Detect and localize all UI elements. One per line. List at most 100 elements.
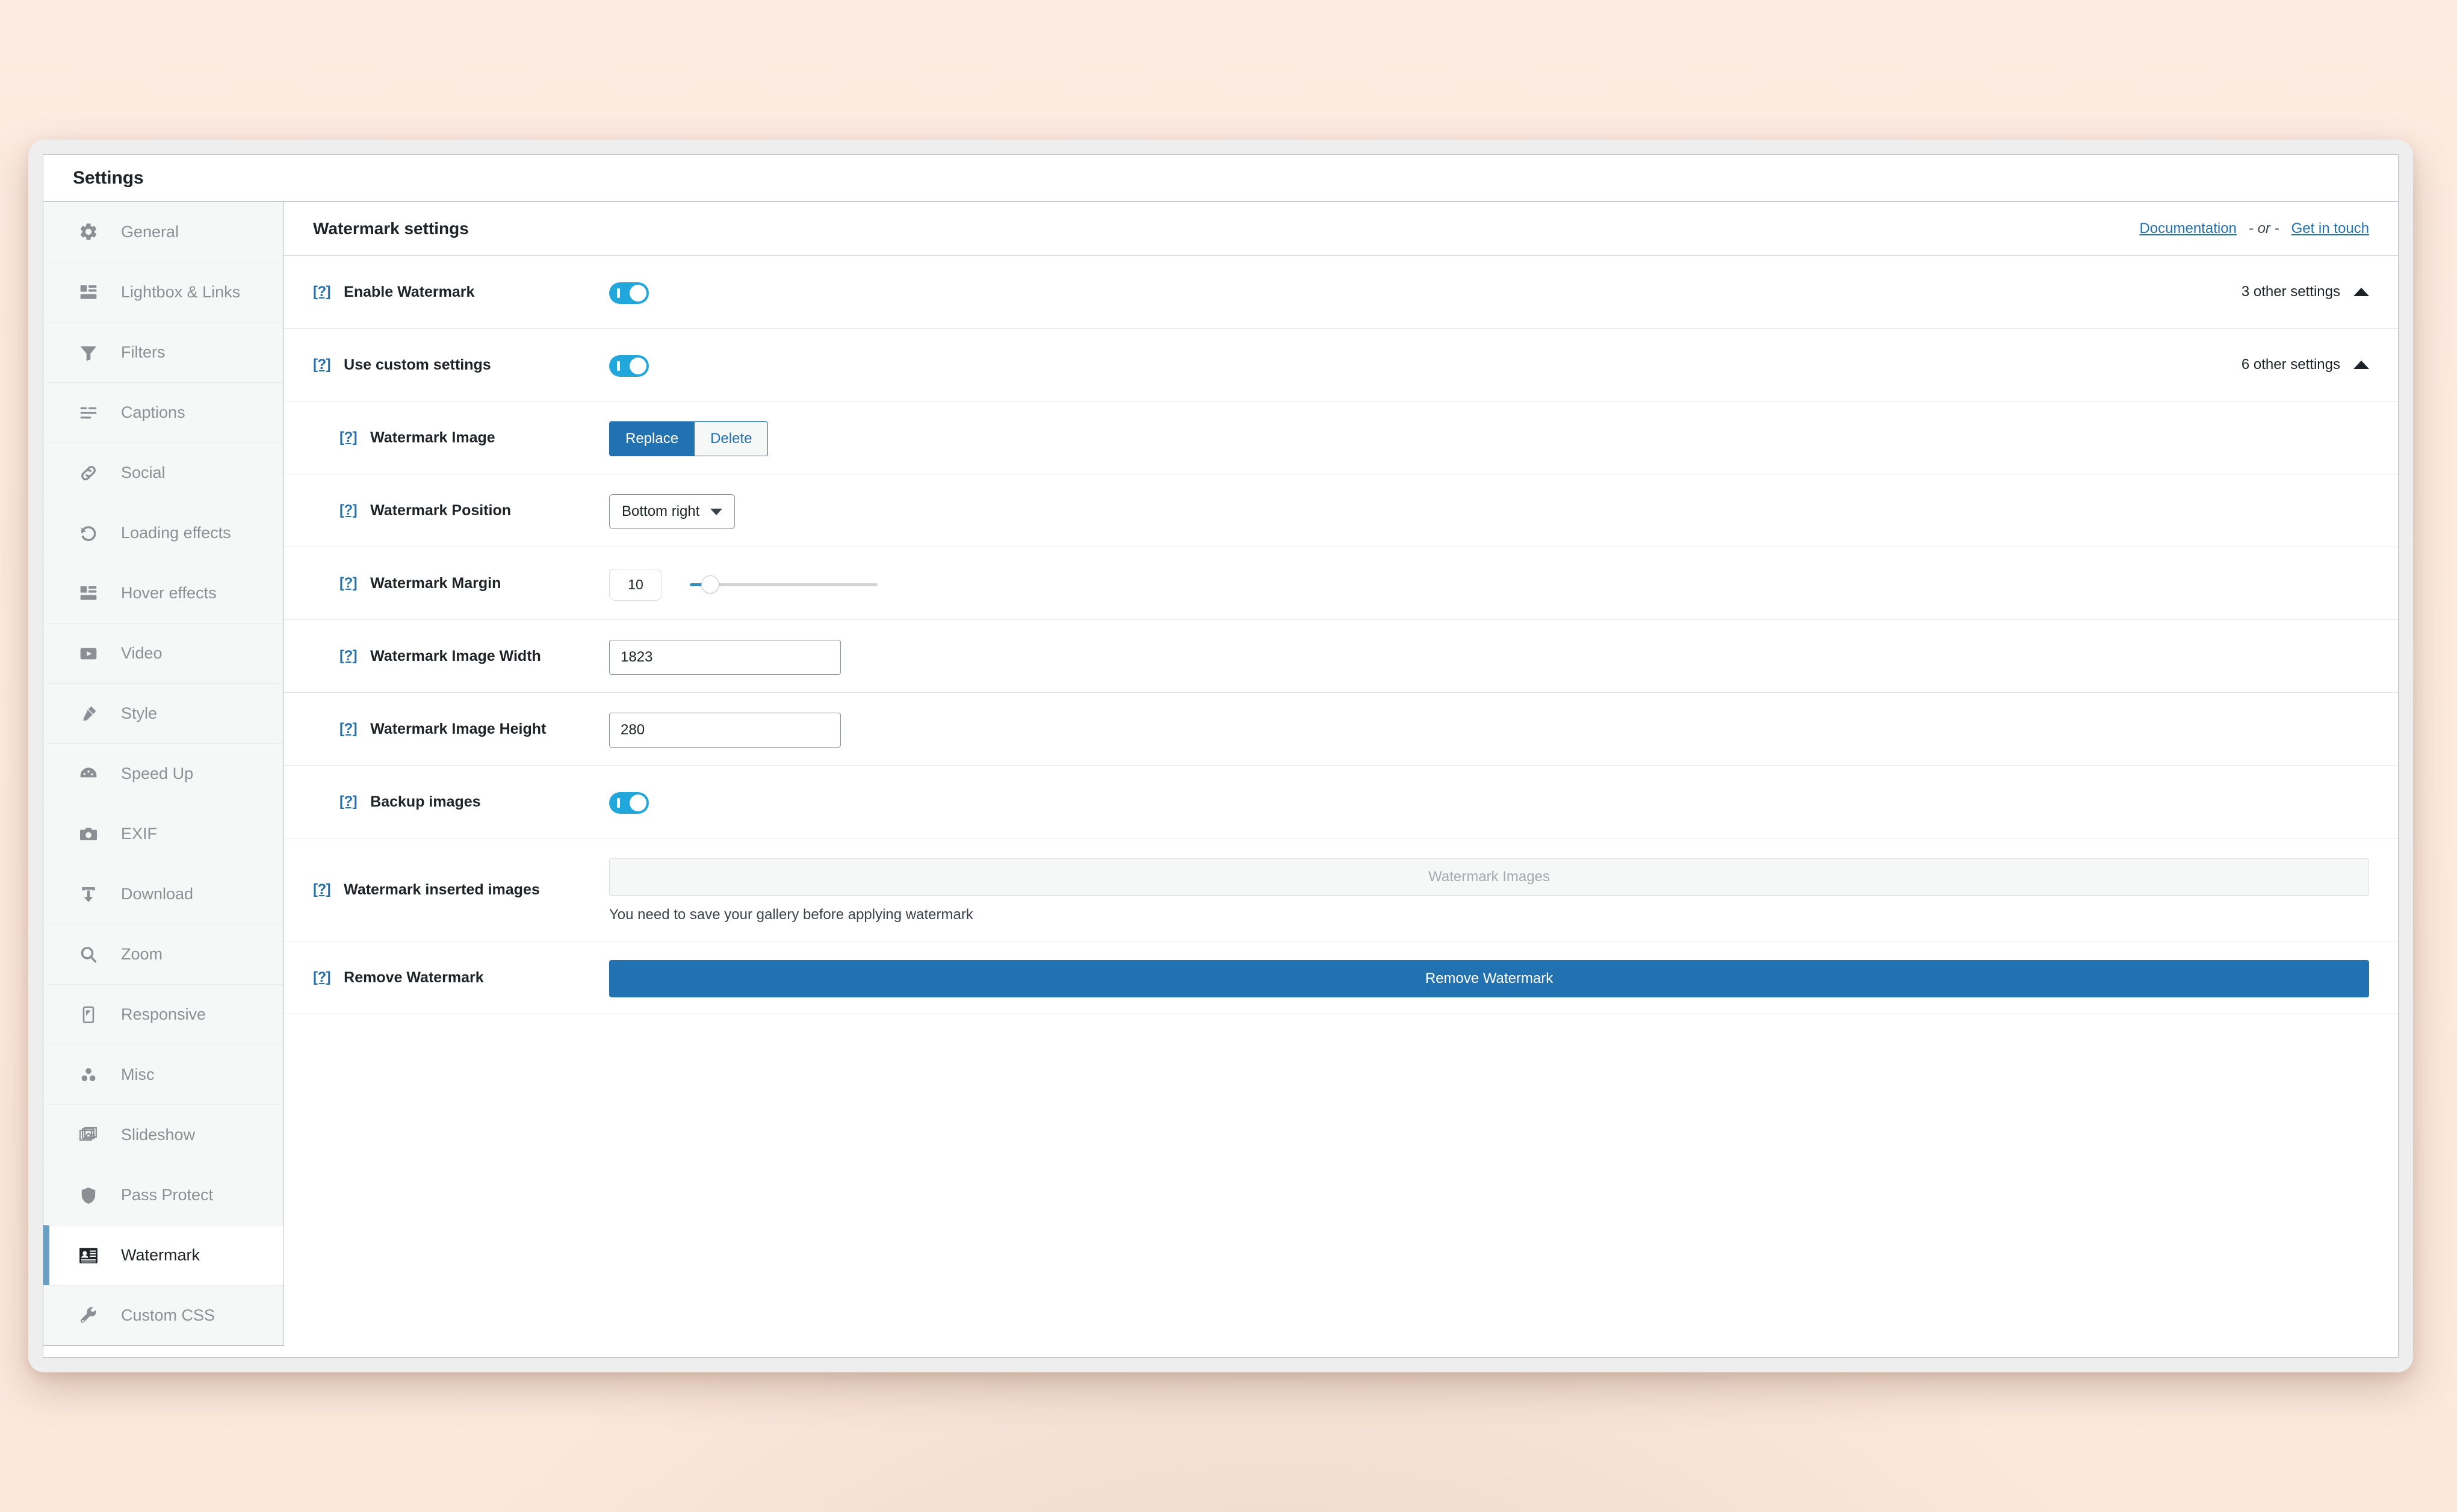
download-icon bbox=[75, 881, 102, 908]
other-settings-label: 3 other settings bbox=[2241, 284, 2340, 300]
window-inner: Settings General Lightbox & Links Filter… bbox=[43, 154, 2399, 1358]
sidebar-item-misc[interactable]: Misc bbox=[43, 1044, 284, 1105]
watermark-image-height-input[interactable] bbox=[609, 713, 841, 748]
row-control: Bottom right bbox=[609, 474, 2369, 547]
app-window: Settings General Lightbox & Links Filter… bbox=[28, 140, 2413, 1372]
help-icon[interactable]: [?] bbox=[339, 576, 358, 590]
sidebar-item-watermark[interactable]: Watermark bbox=[43, 1225, 284, 1285]
sidebar-item-label: Lightbox & Links bbox=[121, 283, 241, 301]
help-icon[interactable]: [?] bbox=[339, 722, 358, 736]
sidebar-item-zoom[interactable]: Zoom bbox=[43, 924, 284, 984]
help-icon[interactable]: [?] bbox=[339, 503, 358, 518]
sidebar-item-label: Speed Up bbox=[121, 764, 194, 782]
help-icon[interactable]: [?] bbox=[313, 970, 331, 985]
use-custom-settings-other-settings[interactable]: 6 other settings bbox=[2242, 329, 2369, 401]
row-label: Watermark Image bbox=[370, 429, 495, 446]
row-control bbox=[609, 620, 2369, 692]
watermark-position-select[interactable]: Bottom right bbox=[609, 494, 736, 529]
sidebar-item-download[interactable]: Download bbox=[43, 864, 284, 924]
row-label-cell: [?] Watermark Margin bbox=[284, 547, 609, 619]
sidebar-item-lightbox-links[interactable]: Lightbox & Links bbox=[43, 262, 284, 322]
refresh-icon bbox=[75, 520, 102, 547]
gauge-icon bbox=[75, 761, 102, 787]
sidebar-item-video[interactable]: Video bbox=[43, 623, 284, 683]
sidebar-item-social[interactable]: Social bbox=[43, 442, 284, 503]
settings-sidebar: General Lightbox & Links Filters Caption… bbox=[43, 202, 284, 1346]
link-icon bbox=[75, 460, 102, 486]
row-label-cell: [?] Use custom settings bbox=[284, 329, 609, 401]
help-icon[interactable]: [?] bbox=[313, 358, 331, 372]
paintbrush-icon bbox=[75, 701, 102, 727]
sidebar-item-pass-protect[interactable]: Pass Protect bbox=[43, 1165, 284, 1225]
row-control bbox=[609, 547, 2369, 619]
remove-watermark-button[interactable]: Remove Watermark bbox=[609, 960, 2369, 997]
images-stack-icon bbox=[75, 1122, 102, 1148]
settings-content: Watermark settings Documentation - or - … bbox=[284, 202, 2398, 1357]
watermark-image-width-input[interactable] bbox=[609, 640, 841, 675]
content-header: Watermark settings Documentation - or - … bbox=[284, 202, 2398, 256]
enable-watermark-other-settings[interactable]: 3 other settings bbox=[2242, 256, 2369, 328]
help-icon[interactable]: [?] bbox=[339, 649, 358, 663]
sidebar-item-label: EXIF bbox=[121, 825, 158, 843]
row-label-cell: [?] Watermark Image Height bbox=[284, 693, 609, 765]
sidebar-item-label: Misc bbox=[121, 1065, 155, 1083]
enable-watermark-toggle[interactable] bbox=[609, 282, 649, 304]
watermark-margin-slider[interactable] bbox=[690, 574, 878, 595]
header-links: Documentation - or - Get in touch bbox=[2139, 220, 2369, 237]
sidebar-item-loading-effects[interactable]: Loading effects bbox=[43, 503, 284, 563]
sidebar-item-speed-up[interactable]: Speed Up bbox=[43, 743, 284, 804]
sidebar-item-captions[interactable]: Captions bbox=[43, 382, 284, 442]
use-custom-settings-toggle[interactable] bbox=[609, 355, 649, 377]
delete-button[interactable]: Delete bbox=[695, 421, 769, 456]
watermark-images-button: Watermark Images bbox=[609, 858, 2369, 896]
toggle-knob bbox=[630, 358, 646, 374]
sidebar-item-label: Custom CSS bbox=[121, 1306, 215, 1324]
help-icon[interactable]: [?] bbox=[339, 795, 358, 809]
sidebar-item-label: General bbox=[121, 222, 179, 241]
row-label: Watermark inserted images bbox=[344, 881, 540, 898]
row-label: Watermark Margin bbox=[370, 574, 501, 592]
funnel-icon bbox=[75, 339, 102, 366]
sidebar-item-hover-effects[interactable]: Hover effects bbox=[43, 563, 284, 623]
backup-images-toggle[interactable] bbox=[609, 792, 649, 814]
text-lines-icon bbox=[75, 400, 102, 426]
row-control: Remove Watermark bbox=[609, 941, 2369, 1014]
row-label: Backup images bbox=[370, 793, 481, 810]
get-in-touch-link[interactable]: Get in touch bbox=[2291, 220, 2369, 237]
video-icon bbox=[75, 640, 102, 667]
sidebar-item-style[interactable]: Style bbox=[43, 683, 284, 743]
toggle-bar bbox=[617, 798, 620, 808]
sidebar-item-label: Style bbox=[121, 704, 158, 722]
row-label: Remove Watermark bbox=[344, 968, 484, 986]
row-watermark-inserted-images: [?] Watermark inserted images Watermark … bbox=[284, 838, 2398, 941]
sidebar-item-label: Hover effects bbox=[121, 584, 217, 602]
replace-button[interactable]: Replace bbox=[609, 421, 695, 456]
gear-icon bbox=[75, 218, 102, 245]
watermark-inserted-images-note: You need to save your gallery before app… bbox=[609, 906, 973, 923]
slider-knob[interactable] bbox=[701, 575, 719, 593]
row-label: Use custom settings bbox=[344, 356, 491, 373]
row-use-custom-settings: [?] Use custom settings 6 other settings bbox=[284, 329, 2398, 401]
wrench-icon bbox=[75, 1303, 102, 1329]
sidebar-item-responsive[interactable]: Responsive bbox=[43, 984, 284, 1044]
sidebar-item-exif[interactable]: EXIF bbox=[43, 804, 284, 864]
row-label-cell: [?] Remove Watermark bbox=[284, 941, 609, 1014]
sidebar-item-custom-css[interactable]: Custom CSS bbox=[43, 1285, 284, 1345]
row-watermark-margin: [?] Watermark Margin bbox=[284, 547, 2398, 620]
sidebar-item-filters[interactable]: Filters bbox=[43, 322, 284, 382]
help-icon[interactable]: [?] bbox=[313, 882, 331, 897]
row-control: Replace Delete bbox=[609, 401, 2369, 474]
toggle-knob bbox=[630, 285, 646, 302]
help-icon[interactable]: [?] bbox=[313, 285, 331, 299]
row-backup-images: [?] Backup images bbox=[284, 766, 2398, 838]
sidebar-item-label: Social bbox=[121, 463, 166, 482]
row-label: Watermark Image Width bbox=[370, 647, 541, 665]
toggle-bar bbox=[617, 288, 620, 298]
help-icon[interactable]: [?] bbox=[339, 430, 358, 445]
documentation-link[interactable]: Documentation bbox=[2139, 220, 2236, 237]
watermark-margin-input[interactable] bbox=[609, 568, 662, 601]
sidebar-item-label: Captions bbox=[121, 403, 185, 421]
page-title: Watermark settings bbox=[313, 218, 469, 238]
sidebar-item-slideshow[interactable]: Slideshow bbox=[43, 1105, 284, 1165]
sidebar-item-general[interactable]: General bbox=[43, 202, 284, 262]
